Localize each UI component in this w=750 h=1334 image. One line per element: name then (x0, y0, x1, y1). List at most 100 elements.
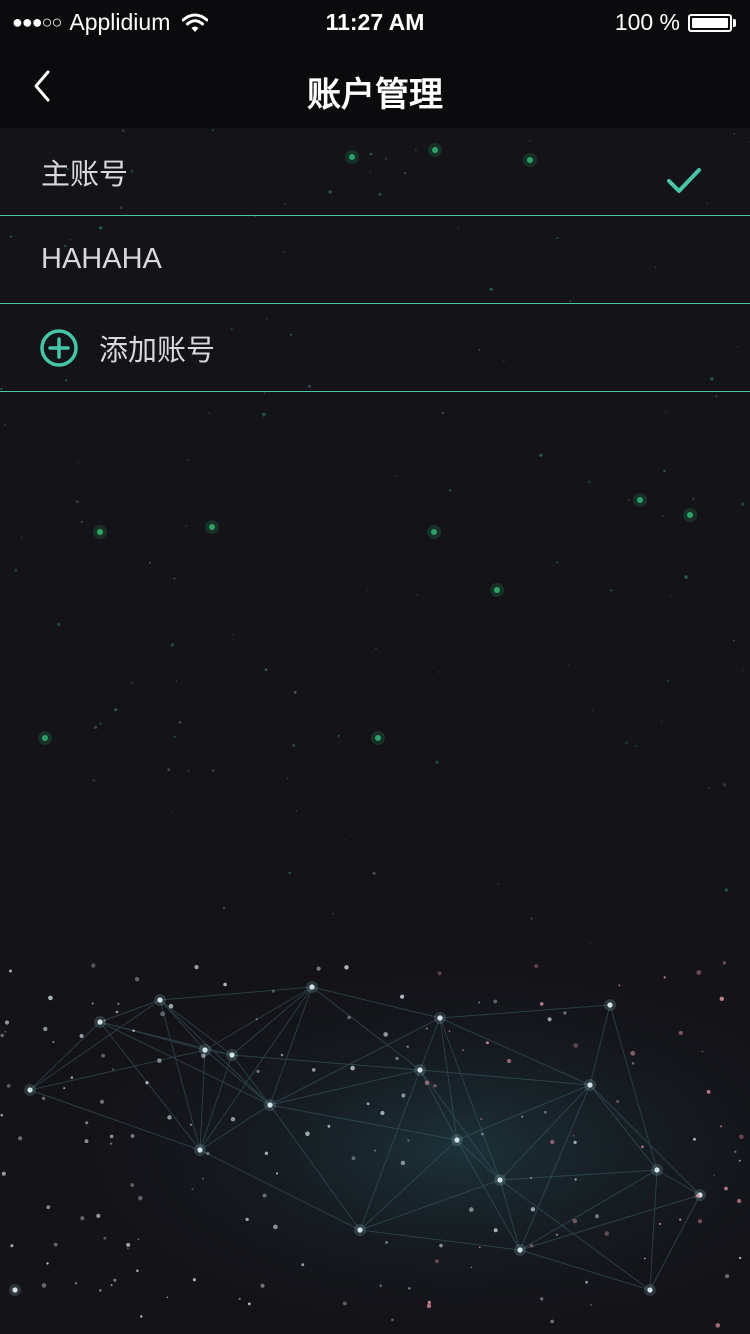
star-dot (661, 721, 663, 723)
star-dot (46, 1205, 51, 1210)
star-dot (347, 1015, 351, 1020)
star-dot (157, 997, 163, 1003)
star-dot (573, 1043, 579, 1048)
star-dot (439, 1243, 443, 1248)
star-dot (434, 1259, 440, 1264)
star-dot (350, 1065, 355, 1071)
star-dot (425, 1027, 428, 1030)
star-dot (53, 1242, 58, 1247)
star-dot (160, 1011, 166, 1017)
star-dot (197, 1147, 203, 1153)
star-dot (364, 505, 366, 507)
star-dot (175, 680, 178, 682)
star-dot (357, 1227, 363, 1233)
star-dot (342, 1301, 347, 1306)
star-dot (127, 1247, 129, 1250)
star-dot (74, 1282, 78, 1285)
star-dot (275, 1172, 279, 1175)
star-dot (696, 970, 702, 975)
star-dot (305, 1131, 310, 1137)
star-dot (530, 917, 533, 920)
star-dot (722, 783, 727, 787)
star-dot (588, 480, 591, 483)
star-dot (431, 529, 437, 535)
star-dot (647, 1287, 653, 1293)
account-management-screen: ●●●○○ Applidium 11:27 AM 100 % 账户管理 主账号 (0, 0, 750, 1334)
star-dot (441, 411, 445, 415)
star-dot (292, 744, 296, 747)
star-dot (544, 1110, 547, 1114)
star-dot (631, 1062, 635, 1065)
star-dot (178, 721, 182, 724)
star-dot (589, 942, 592, 944)
star-dot (610, 589, 613, 592)
star-dot (351, 1156, 356, 1161)
star-dot (720, 1125, 723, 1128)
star-dot (264, 668, 268, 671)
star-dot (145, 1081, 149, 1085)
star-dot (171, 810, 174, 812)
star-dot (734, 1150, 737, 1153)
star-dot (93, 725, 97, 730)
star-dot (173, 735, 176, 738)
star-dot (539, 1002, 544, 1006)
star-dot (46, 1262, 49, 1265)
star-dot (149, 561, 152, 564)
star-dot (0, 1113, 4, 1117)
star-dot (41, 1283, 47, 1288)
star-dot (114, 708, 118, 712)
star-dot (424, 1080, 430, 1086)
star-dot (132, 1029, 135, 1032)
star-dot (191, 1188, 194, 1191)
star-dot (663, 976, 666, 979)
star-dot (687, 512, 693, 518)
star-dot (186, 458, 190, 461)
star-dot (97, 529, 103, 535)
star-dot (48, 995, 53, 1001)
star-dot (137, 1238, 140, 1240)
star-dot (138, 1195, 143, 1201)
star-dot (616, 1099, 620, 1103)
star-dot (27, 1087, 33, 1093)
star-dot (293, 690, 297, 694)
star-dot (739, 1134, 744, 1140)
star-dot (573, 1140, 577, 1145)
star-dot (574, 1178, 577, 1181)
star-dot (375, 647, 377, 650)
star-dot (103, 1236, 107, 1240)
star-dot (79, 1034, 84, 1038)
star-dot (256, 1069, 260, 1073)
star-dot (4, 423, 7, 427)
star-dot (43, 1026, 48, 1032)
star-dot (493, 1228, 498, 1233)
star-dot (625, 741, 628, 745)
star-dot (9, 969, 12, 973)
star-dot (134, 977, 140, 982)
star-dot (202, 1047, 208, 1053)
star-dot (231, 634, 233, 636)
star-dot (185, 525, 187, 527)
star-dot (0, 1033, 4, 1038)
star-dot (607, 1002, 613, 1008)
star-dot (110, 1284, 113, 1287)
star-dot (725, 1274, 730, 1279)
star-dot (264, 1151, 269, 1156)
account-row-main[interactable]: 主账号 (0, 128, 750, 216)
star-dot (658, 1222, 662, 1226)
star-dot (99, 722, 102, 725)
star-dot (401, 1093, 406, 1098)
star-dot (92, 778, 96, 783)
star-dot (173, 577, 176, 580)
star-dot (529, 1243, 534, 1248)
add-account-button[interactable]: 添加账号 (0, 304, 750, 392)
account-row-hahaha[interactable]: HAHAHA (0, 216, 750, 304)
star-dot (550, 1139, 555, 1145)
star-dot (202, 1177, 204, 1180)
star-dot (640, 1145, 644, 1149)
star-dot (478, 1246, 481, 1249)
star-dot (480, 1132, 484, 1136)
star-dot (635, 744, 638, 748)
star-dot (327, 1124, 331, 1128)
star-dot (416, 594, 418, 596)
star-dot (97, 1019, 103, 1025)
